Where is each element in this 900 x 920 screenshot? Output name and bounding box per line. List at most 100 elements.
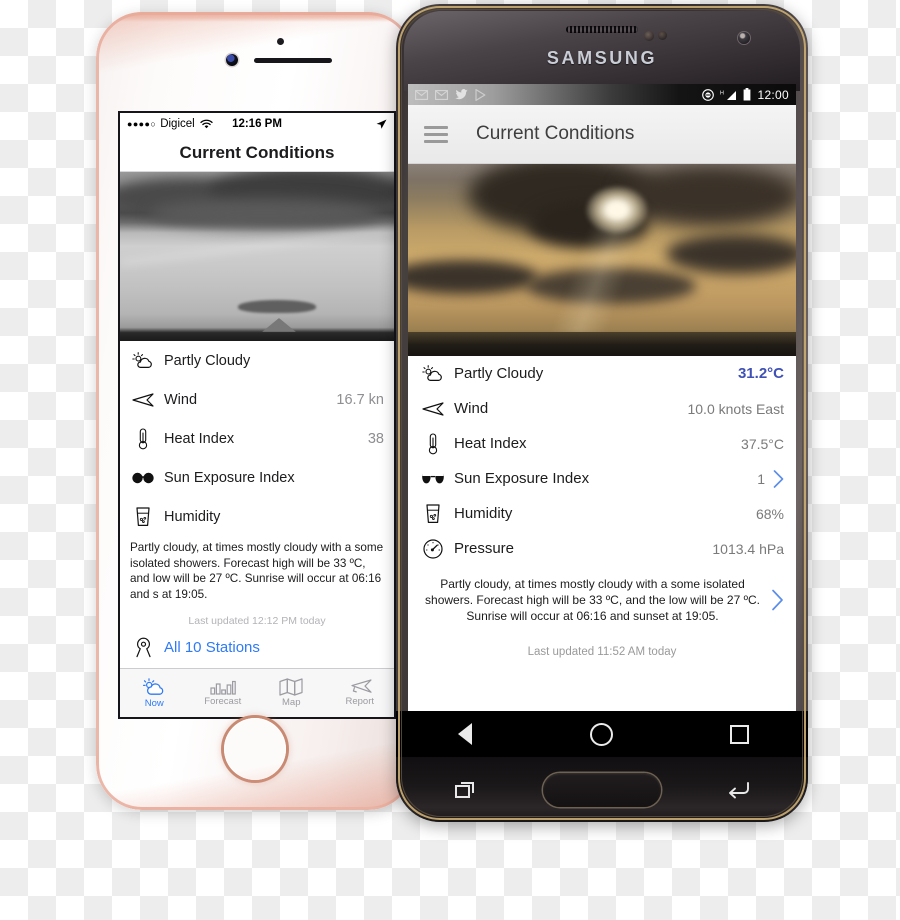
iphone-front-camera [226,54,238,66]
row-value: 68% [755,505,784,522]
sunglasses-icon [420,472,446,485]
row-value: 37.5°C [741,435,784,452]
iphone-device: ●●●●○ Digicel 12:16 PM Current Condition… [96,12,414,810]
samsung-hardware-buttons [396,757,808,822]
pressure-gauge-icon [420,538,446,559]
map-icon [279,678,303,696]
row-label: Humidity [164,508,221,525]
tab-label: Report [345,696,374,707]
hamburger-menu-icon[interactable] [424,125,448,143]
tab-now[interactable]: Now [120,669,189,717]
last-updated-label: Last updated 12:12 PM today [188,615,326,627]
iphone-home-button[interactable] [224,718,286,780]
battery-icon [743,88,751,101]
row-label: Partly Cloudy [454,365,544,382]
recents-square-icon [729,724,749,744]
condition-row[interactable]: Partly Cloudy [120,341,394,380]
back-triangle-icon [457,723,472,745]
row-label: Heat Index [454,435,527,452]
row-label: Wind [454,400,489,417]
chevron-right-icon[interactable] [771,589,784,611]
row-label: Pressure [454,540,515,557]
nav-home-button[interactable] [533,722,670,746]
wind-row[interactable]: Wind 10.0 knots East [408,391,796,426]
gmail-icon [435,89,448,100]
iphone-screen: ●●●●○ Digicel 12:16 PM Current Condition… [118,111,396,719]
row-label: Heat Index [164,430,235,447]
pressure-row[interactable]: Pressure 1013.4 hPa [408,531,796,566]
play-store-icon [475,88,486,101]
humidity-row[interactable]: Humidity 68% [408,496,796,531]
page-title: Current Conditions [476,123,635,144]
row-value: 38 [367,430,384,447]
thermometer-icon [130,427,156,450]
hw-home-button[interactable] [533,772,670,807]
humidity-row[interactable]: Humidity [120,497,394,536]
row-label: Wind [164,391,198,408]
humidity-glass-icon [420,503,446,524]
chevron-right-icon[interactable] [773,469,784,488]
nav-recents-button[interactable] [671,724,808,744]
samsung-screen: H 12:00 Current Conditions Partly Cloudy… [408,84,796,711]
wind-icon [420,401,446,416]
tab-map[interactable]: Map [257,669,326,717]
row-label: Humidity [454,505,513,522]
android-navigation-bar [396,711,808,757]
iphone-tab-bar: Now Forecast Map Report [120,668,394,717]
signal-dots-icon: ●●●●○ [127,118,157,129]
signal-h-icon: H [720,89,737,101]
status-clock: 12:00 [757,87,789,102]
hw-back-button[interactable] [671,781,808,799]
row-value: 10.0 knots East [687,400,784,417]
bar-chart-icon [210,679,236,695]
humidity-glass-icon [130,506,156,527]
wind-icon [130,392,156,407]
svg-text:H: H [720,90,724,96]
map-pin-icon [130,637,156,658]
sun-exposure-row[interactable]: Sun Exposure Index 1 [408,461,796,496]
home-circle-icon [590,722,614,746]
row-label: Sun Exposure Index [454,470,590,487]
temperature-value: 31.2°C [737,365,784,382]
forecast-description: Partly cloudy, at times mostly cloudy wi… [425,577,760,623]
sunglasses-icon [130,472,156,484]
tab-label: Map [282,697,301,708]
tab-forecast[interactable]: Forecast [189,669,258,717]
row-value: 16.7 kn [336,391,384,408]
physical-home-button [542,772,661,807]
samsung-earpiece-speaker [566,26,638,33]
condition-row[interactable]: Partly Cloudy 31.2°C [408,356,796,391]
location-arrow-icon [376,119,387,130]
iphone-weather-photo [120,172,394,341]
samsung-brand-logo: SAMSUNG [546,48,658,68]
row-label: Partly Cloudy [164,352,251,369]
all-stations-link[interactable]: All 10 Stations [120,627,394,658]
thermometer-icon [420,432,446,455]
iphone-top-rim [96,12,414,22]
samsung-status-bar: H 12:00 [408,84,796,105]
samsung-app-bar: Current Conditions [408,105,796,164]
samsung-front-camera [738,32,750,44]
forecast-description-row[interactable]: Partly cloudy, at times mostly cloudy wi… [408,566,796,624]
wind-row[interactable]: Wind 16.7 kn [120,380,394,419]
all-stations-label: All 10 Stations [164,639,260,656]
iphone-earpiece-speaker [254,58,332,63]
sun-cloud-icon [142,677,166,697]
twitter-icon [455,89,468,100]
samsung-device: SAMSUNG H 12:00 Current Conditions Partl… [396,4,808,822]
samsung-proximity-sensor [644,31,654,41]
page-title: Current Conditions [179,143,335,162]
carrier-label: Digicel [160,118,195,130]
nav-back-button[interactable] [396,723,533,745]
gmail-icon [415,89,428,100]
sun-exposure-row[interactable]: Sun Exposure Index [120,458,394,497]
tab-report[interactable]: Report [326,669,395,717]
row-label: Sun Exposure Index [164,469,295,486]
row-value: 1 [757,470,765,487]
hw-recent-apps-button[interactable] [396,782,533,798]
heat-index-row[interactable]: Heat Index 37.5°C [408,426,796,461]
wifi-icon [200,119,213,129]
heat-index-row[interactable]: Heat Index 38 [120,419,394,458]
tab-label: Now [144,697,164,709]
last-updated-label: Last updated 11:52 AM today [527,646,677,658]
